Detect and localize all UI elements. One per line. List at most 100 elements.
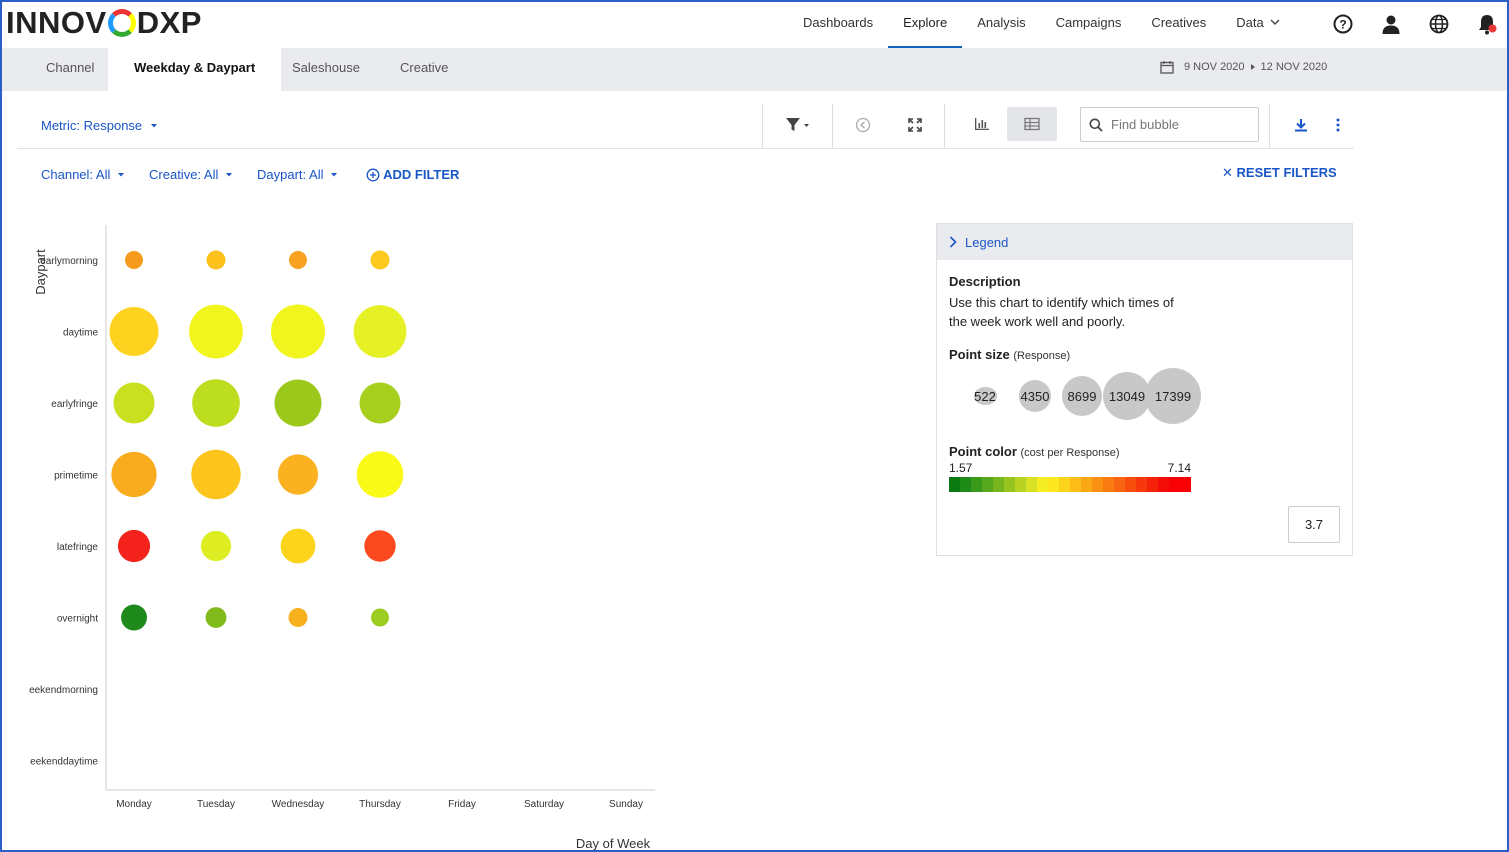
color-scale-step	[949, 477, 960, 492]
nav-item-campaigns[interactable]: Campaigns	[1041, 0, 1137, 48]
caret-down-icon	[226, 173, 233, 177]
date-range-picker[interactable]: 9 NOV 2020 12 NOV 2020	[1160, 60, 1331, 74]
size-legend-value: 4350	[1020, 388, 1050, 404]
point-size-heading: Point size (Response)	[949, 347, 1340, 362]
plus-circle-icon	[366, 168, 380, 181]
bubble-point	[200, 530, 232, 562]
description-title: Description	[949, 274, 1021, 289]
daypart-filter[interactable]: Daypart: All	[257, 167, 338, 182]
color-value-box[interactable]: 3.7	[1288, 506, 1340, 543]
find-bubble-input[interactable]	[1111, 117, 1251, 132]
search-icon	[1089, 118, 1103, 132]
nav-item-creatives[interactable]: Creatives	[1136, 0, 1221, 48]
notification-bell-icon[interactable]	[1474, 12, 1500, 36]
download-icon	[1295, 119, 1307, 132]
chart-view-button[interactable]	[957, 107, 1007, 141]
color-min-label: 1.57	[949, 461, 973, 475]
color-scale-step	[1158, 477, 1169, 492]
user-icon[interactable]	[1378, 12, 1404, 36]
channel-filter-label: Channel: All	[41, 167, 111, 182]
size-legend-circle: 13049	[1103, 372, 1151, 420]
tab-saleshouse[interactable]: Saleshouse	[266, 48, 386, 91]
innovid-xp-logo[interactable]: INNOV DXP	[6, 5, 202, 41]
bubble-point	[359, 382, 401, 424]
y-tick-label: earlymorning	[40, 256, 98, 267]
legend-body: Description Use this chart to identify w…	[937, 260, 1352, 506]
bubble-point	[277, 454, 319, 495]
calendar-icon	[1160, 61, 1174, 74]
daypart-filter-label: Daypart: All	[257, 167, 324, 182]
bubble-point	[125, 251, 143, 269]
add-filter-button[interactable]: ADD FILTER	[366, 167, 459, 182]
y-tick-label: eekendmorning	[29, 685, 98, 696]
bubble-point	[371, 608, 389, 627]
sub-tabs-bar: Channel Weekday & Daypart Saleshouse Cre…	[2, 48, 1507, 91]
filter-bar: Channel: All Creative: All Daypart: All …	[41, 167, 459, 182]
x-tick-label: Tuesday	[197, 799, 235, 810]
metric-dropdown[interactable]: Metric: Response	[41, 118, 158, 133]
table-view-button[interactable]	[1007, 107, 1057, 141]
color-scale-step	[993, 477, 1004, 492]
color-scale-step	[1125, 477, 1136, 492]
back-button[interactable]	[851, 115, 875, 135]
bubble-chart: earlymorning daytime earlyfringe primetime l…	[0, 200, 700, 852]
creative-filter[interactable]: Creative: All	[149, 167, 233, 182]
bubble-point	[111, 451, 157, 498]
nav-item-data[interactable]: Data	[1221, 0, 1294, 48]
point-color-heading: Point color (cost per Response)	[949, 444, 1340, 459]
size-legend-circle: 17399	[1145, 368, 1201, 424]
tab-creative[interactable]: Creative	[374, 48, 474, 91]
bubble-point	[364, 530, 396, 562]
close-icon: ✕	[1222, 165, 1233, 180]
creative-filter-label: Creative: All	[149, 167, 219, 182]
color-scale-step	[1048, 477, 1059, 492]
bubble-point	[356, 451, 404, 498]
expand-button[interactable]	[903, 115, 927, 135]
reset-filters-button[interactable]: ✕ RESET FILTERS	[1222, 165, 1337, 181]
filter-icon	[786, 118, 809, 131]
divider	[1269, 104, 1270, 148]
bubble-point	[289, 251, 307, 269]
chevron-down-icon	[1270, 19, 1280, 25]
table-icon	[1024, 117, 1040, 131]
nav-item-label: Explore	[903, 15, 948, 30]
channel-filter[interactable]: Channel: All	[41, 167, 125, 182]
svg-text:?: ?	[1339, 18, 1346, 32]
tab-channel[interactable]: Channel	[20, 48, 120, 91]
bubble-point	[121, 604, 147, 631]
more-options-button[interactable]	[1326, 115, 1350, 135]
nav-item-explore[interactable]: Explore	[888, 0, 963, 48]
color-scale-step	[1114, 477, 1125, 492]
size-legend-value: 8699	[1067, 388, 1097, 404]
tab-weekday-daypart[interactable]: Weekday & Daypart	[108, 48, 282, 91]
globe-icon[interactable]	[1426, 12, 1452, 36]
bubble-point	[189, 304, 243, 359]
legend-title: Legend	[965, 234, 1009, 250]
filter-button[interactable]	[783, 115, 813, 135]
color-scale-step	[971, 477, 982, 492]
help-icon[interactable]: ?	[1330, 12, 1356, 36]
bubble-point	[109, 307, 159, 356]
color-scale-step	[1169, 477, 1180, 492]
size-legend-circle: 8699	[1062, 376, 1102, 416]
top-navigation-bar: INNOV DXP Dashboards Explore Analysis Campai…	[0, 0, 1509, 48]
color-scale-step	[1059, 477, 1070, 492]
color-scale-step	[1026, 477, 1037, 492]
y-tick-label: daytime	[63, 328, 98, 339]
y-tick-label: earlyfringe	[51, 399, 98, 410]
divider	[832, 104, 833, 148]
nav-item-dashboards[interactable]: Dashboards	[788, 0, 888, 48]
size-legend-value: 13049	[1108, 388, 1146, 404]
color-scale-step	[960, 477, 971, 492]
size-legend-value: 17399	[1154, 388, 1192, 404]
y-tick-label: latefringe	[57, 542, 99, 553]
back-icon	[855, 117, 871, 133]
legend-toggle[interactable]: Legend	[937, 224, 1352, 260]
find-bubble-search	[1080, 107, 1259, 142]
color-scale-step	[1147, 477, 1158, 492]
download-button[interactable]	[1289, 115, 1313, 135]
nav-icons: ?	[1330, 12, 1509, 36]
chevron-right-icon	[949, 236, 957, 248]
y-tick-label: primetime	[54, 471, 98, 482]
nav-item-analysis[interactable]: Analysis	[962, 0, 1040, 48]
